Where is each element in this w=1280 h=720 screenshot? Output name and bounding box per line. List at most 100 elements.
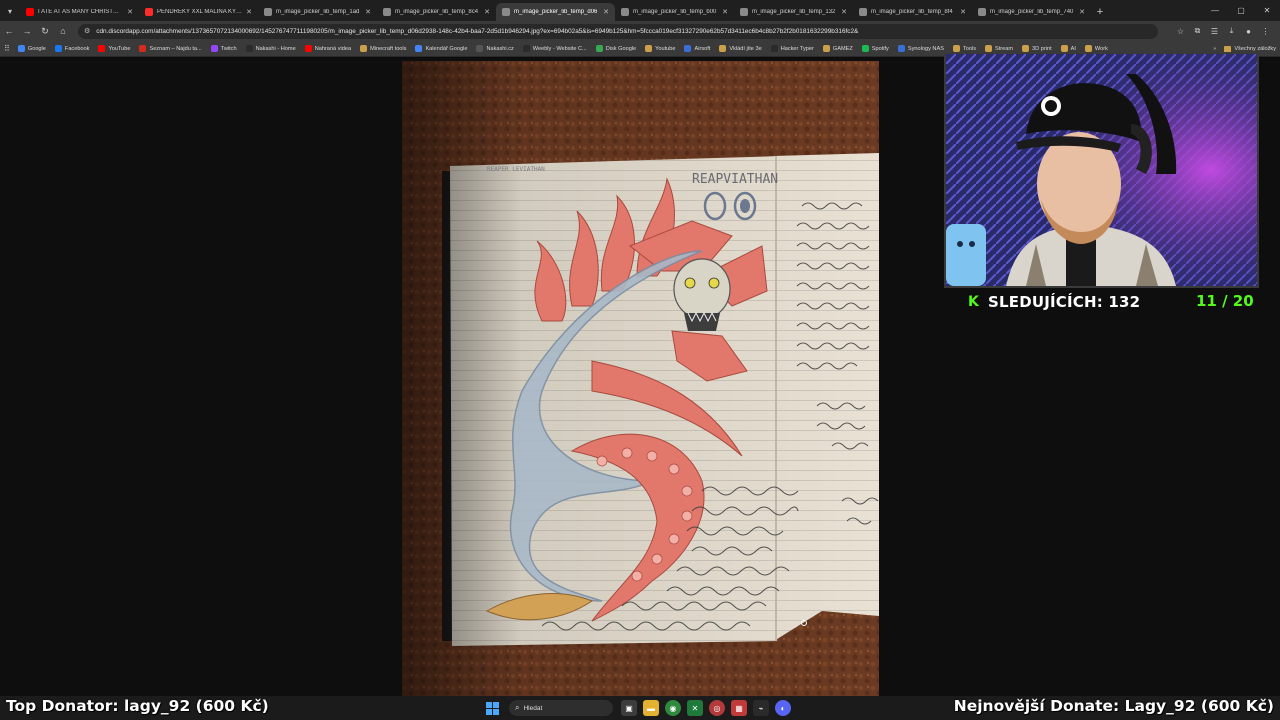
bookmark-label: Work xyxy=(1094,45,1108,52)
menu-icon[interactable]: ⋮ xyxy=(1257,22,1274,40)
bookmark-item[interactable]: AI xyxy=(1060,45,1076,52)
notebook-drawing-photo[interactable]: REAPVIATHAN REAPER LEVIATHAN xyxy=(402,61,879,696)
bookmark-item[interactable]: Nahraná videa xyxy=(304,45,352,52)
taskbar-search[interactable]: ⌕ Hledat xyxy=(509,700,613,716)
tab-close-icon[interactable]: ✕ xyxy=(722,8,728,16)
bookmark-label: Tools xyxy=(962,45,976,52)
site-info-icon[interactable]: ⚙ xyxy=(84,27,90,35)
bookmark-label: 3D print xyxy=(1032,45,1052,52)
bookmark-item[interactable]: Twitch xyxy=(210,45,237,52)
tab-close-icon[interactable]: ✕ xyxy=(841,8,847,16)
tab-label: PENDREKY XXL MALINA KYSE... xyxy=(157,9,243,15)
bookmark-item[interactable]: Seznam – Najdu ta... xyxy=(139,45,202,52)
tab-close-icon[interactable]: ✕ xyxy=(127,8,133,16)
forward-icon[interactable]: → xyxy=(18,22,36,40)
browser-tab[interactable]: m_image_picker_lib_temp_1ad ✕ xyxy=(258,3,377,21)
tab-label: m_image_picker_lib_temp_b00 xyxy=(633,9,717,15)
bookmark-label: Hacker Typer xyxy=(780,45,814,52)
bookmark-item[interactable]: GAMEZ xyxy=(822,45,853,52)
bookmark-favicon-icon xyxy=(476,45,484,52)
browser-tab[interactable]: I ATE AT AS MANY CHRISTMAS ✕ xyxy=(20,3,139,21)
obs-icon[interactable]: ◎ xyxy=(709,700,725,716)
discord-icon[interactable]: ◐ xyxy=(775,700,791,716)
bookmark-item[interactable]: Weebly - Website C... xyxy=(522,45,587,52)
maximize-icon[interactable]: ▢ xyxy=(1228,0,1254,21)
browser-tab[interactable]: m_image_picker_lib_temp_8f4 ✕ xyxy=(853,3,972,21)
bookmark-label: Nahraná videa xyxy=(314,45,352,52)
home-icon[interactable]: ⌂ xyxy=(54,22,72,40)
bookmark-item[interactable]: Nakashi.cz xyxy=(476,45,514,52)
bookmark-item[interactable]: Stream xyxy=(985,45,1013,52)
app-terminal-icon[interactable]: ⌁ xyxy=(753,700,769,716)
browser-tab[interactable]: PENDREKY XXL MALINA KYSE... ✕ xyxy=(139,3,258,21)
chrome-icon[interactable]: ◉ xyxy=(665,700,681,716)
follower-goal: 11 / 20 xyxy=(1196,292,1254,310)
drawing-corner-label: REAPER LEVIATHAN xyxy=(487,166,545,173)
tab-close-icon[interactable]: ✕ xyxy=(365,8,371,16)
tab-label: m_image_picker_lib_temp_1ad xyxy=(276,9,360,15)
bookmark-label: Nakashi - Home xyxy=(255,45,296,52)
close-window-icon[interactable]: ✕ xyxy=(1254,0,1280,21)
task-view-icon[interactable]: ▣ xyxy=(621,700,637,716)
app-red-icon[interactable]: ▦ xyxy=(731,700,747,716)
bookmark-label: Spotify xyxy=(871,45,889,52)
bookmark-item[interactable]: Synology NAS xyxy=(897,45,944,52)
bookmark-item[interactable]: Tools xyxy=(952,45,976,52)
drawing-title: REAPVIATHAN xyxy=(692,172,778,187)
bookmark-item[interactable]: YouTube xyxy=(98,45,130,52)
tab-close-icon[interactable]: ✕ xyxy=(246,8,252,16)
bookmark-item[interactable]: Kalendář Google xyxy=(415,45,467,52)
file-explorer-icon[interactable]: ▬ xyxy=(643,700,659,716)
tab-search-icon[interactable]: ▾ xyxy=(0,1,20,21)
tab-label: m_image_picker_lib_temp_8f4 xyxy=(871,9,953,15)
bookmark-item[interactable]: Google xyxy=(17,45,46,52)
tab-groups-icon[interactable]: ☰ xyxy=(1206,22,1223,40)
back-icon[interactable]: ← xyxy=(0,22,18,40)
bookmark-star-icon[interactable]: ☆ xyxy=(1172,22,1189,40)
apps-icon[interactable]: ⠿ xyxy=(4,44,10,53)
bookmark-item[interactable]: Airsoft xyxy=(684,45,710,52)
new-tab-button[interactable]: + xyxy=(1091,3,1109,21)
tab-close-icon[interactable]: ✕ xyxy=(603,8,609,16)
tab-label: m_image_picker_lib_temp_8c4 xyxy=(395,9,479,15)
excel-icon[interactable]: ✕ xyxy=(687,700,703,716)
address-bar[interactable]: ⚙ cdn.discordapp.com/attachments/1373657… xyxy=(78,23,1158,39)
tab-close-icon[interactable]: ✕ xyxy=(960,8,966,16)
browser-tab[interactable]: m_image_picker_lib_temp_740 ✕ xyxy=(972,3,1091,21)
bookmark-item[interactable]: Spotify xyxy=(861,45,889,52)
browser-tab[interactable]: m_image_picker_lib_temp_132 ✕ xyxy=(734,3,853,21)
bookmark-item[interactable]: Disk Google xyxy=(595,45,636,52)
bookmark-favicon-icon xyxy=(1022,45,1030,52)
bookmark-label: Kalendář Google xyxy=(425,45,468,52)
profile-icon[interactable]: ● xyxy=(1240,22,1257,40)
extensions-icon[interactable]: ⧉ xyxy=(1189,22,1206,40)
viewer-count: K SLEDUJÍCÍCH: 132 xyxy=(968,292,1140,312)
reload-icon[interactable]: ↻ xyxy=(36,22,54,40)
bookmark-label: Facebook xyxy=(64,45,90,52)
bookmark-item[interactable]: Nakashi - Home xyxy=(245,45,296,52)
bookmark-item[interactable]: Work xyxy=(1084,45,1108,52)
downloads-icon[interactable]: ⤓ xyxy=(1223,22,1240,40)
bookmark-label: Minecraft tools xyxy=(370,45,407,52)
browser-tab[interactable]: m_image_picker_lib_temp_8c4 ✕ xyxy=(377,3,496,21)
bookmark-item[interactable]: Vkládí jíte 3e xyxy=(719,45,762,52)
tab-favicon-icon xyxy=(26,8,34,16)
tab-close-icon[interactable]: ✕ xyxy=(1079,8,1085,16)
tab-close-icon[interactable]: ✕ xyxy=(484,8,490,16)
kick-logo-icon: K xyxy=(968,294,980,310)
bookmark-item[interactable]: Facebook xyxy=(54,45,90,52)
bookmark-label: Vkládí jíte 3e xyxy=(729,45,762,52)
bookmark-item[interactable]: 3D print xyxy=(1022,45,1052,52)
bookmark-item[interactable]: Minecraft tools xyxy=(360,45,406,52)
browser-tab[interactable]: m_image_picker_lib_temp_b00 ✕ xyxy=(615,3,734,21)
tab-label: m_image_picker_lib_temp_740 xyxy=(990,9,1074,15)
minimize-icon[interactable]: — xyxy=(1202,0,1228,21)
bookmark-favicon-icon xyxy=(822,45,830,52)
browser-tab[interactable]: m_image_picker_lib_temp_d06 ✕ xyxy=(496,3,615,21)
bookmark-label: Twitch xyxy=(220,45,237,52)
bookmark-item[interactable]: Youtube xyxy=(645,45,675,52)
tab-label: m_image_picker_lib_temp_d06 xyxy=(514,9,598,15)
tab-favicon-icon xyxy=(859,8,867,16)
bookmark-item[interactable]: Hacker Typer xyxy=(770,45,814,52)
windows-start-icon[interactable] xyxy=(486,701,499,715)
